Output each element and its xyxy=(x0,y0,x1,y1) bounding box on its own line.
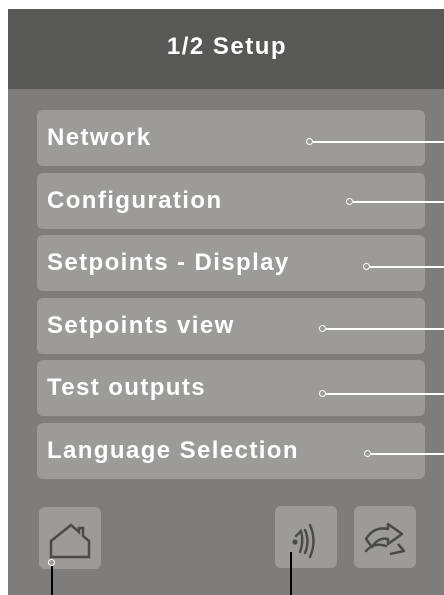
forward-button[interactable] xyxy=(354,506,416,568)
test-outputs-callout-dot xyxy=(319,390,326,397)
page-title: 1/2 Setup xyxy=(166,33,288,60)
sound-callout-line xyxy=(290,552,292,595)
configuration-label: Configuration xyxy=(47,187,223,214)
configuration-callout-dot xyxy=(346,198,353,205)
home-callout-line xyxy=(50,566,53,595)
setpoints-view-callout-dot xyxy=(319,325,326,332)
setpoints-display-callout-line xyxy=(370,266,444,268)
language-selection-callout-line xyxy=(371,453,444,455)
setup-screen: 1/2 Setup Network Configuration Setpoint… xyxy=(8,9,444,595)
network-label: Network xyxy=(47,124,152,151)
language-selection-callout-dot xyxy=(364,450,371,457)
configuration-callout-line xyxy=(353,201,444,203)
sound-icon xyxy=(292,523,315,559)
forward-arrow-icon xyxy=(364,522,406,556)
network-button[interactable]: Network xyxy=(37,110,425,166)
home-callout-dot xyxy=(48,559,55,566)
setpoints-view-label: Setpoints view xyxy=(47,312,235,339)
test-outputs-button[interactable]: Test outputs xyxy=(37,360,425,416)
test-outputs-label: Test outputs xyxy=(47,374,207,401)
network-callout-dot xyxy=(306,138,313,145)
header-bar: 1/2 Setup xyxy=(8,9,444,89)
language-selection-label: Language Selection xyxy=(47,437,299,464)
network-callout-line xyxy=(313,141,444,143)
setpoints-view-callout-line xyxy=(326,328,444,330)
setpoints-view-button[interactable]: Setpoints view xyxy=(37,298,425,354)
setpoints-display-callout-dot xyxy=(363,263,370,270)
test-outputs-callout-line xyxy=(326,393,444,395)
setpoints-display-label: Setpoints - Display xyxy=(47,249,290,276)
sound-button[interactable] xyxy=(275,506,337,568)
